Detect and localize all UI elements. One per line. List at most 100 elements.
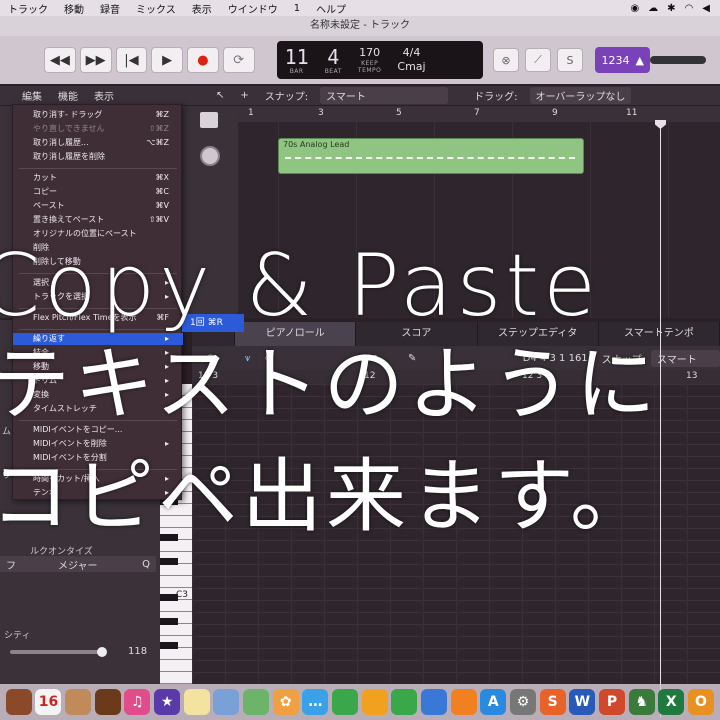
chess-icon[interactable]: ♞ bbox=[628, 689, 655, 715]
outlook-icon[interactable]: O bbox=[687, 689, 714, 715]
tempo-caption: TEMPO bbox=[357, 67, 382, 74]
menu-item[interactable]: ペースト ⌘V bbox=[13, 200, 183, 212]
menu-item[interactable]: コピー ⌘C bbox=[13, 186, 183, 198]
rewind-button[interactable]: ◀◀ bbox=[44, 47, 76, 73]
word-icon[interactable]: W bbox=[569, 689, 596, 715]
numbers-icon[interactable] bbox=[391, 689, 418, 715]
ibooks-icon[interactable] bbox=[450, 689, 477, 715]
creative-cloud-icon[interactable]: ☁ bbox=[648, 3, 658, 14]
track-volume-knob[interactable] bbox=[200, 146, 220, 166]
messages-icon[interactable]: … bbox=[302, 689, 329, 715]
lcd-display[interactable]: 11 BAR 4 BEAT 170 KEEP TEMPO 4/4 Cmaj bbox=[276, 41, 483, 79]
beat-caption: BEAT bbox=[324, 67, 342, 75]
menu-1[interactable]: 1 bbox=[286, 3, 308, 14]
black-key[interactable] bbox=[160, 642, 178, 649]
volume-icon[interactable]: ◀ bbox=[702, 3, 710, 14]
menu-item[interactable]: 置き換えてペースト ⇧⌘V bbox=[13, 214, 183, 226]
scale-quantize-button[interactable]: Q bbox=[136, 559, 156, 570]
snap-select[interactable]: スマート bbox=[320, 87, 449, 104]
velocity-slider[interactable] bbox=[10, 647, 107, 657]
menu-record[interactable]: 録音 bbox=[92, 1, 128, 16]
maps-icon[interactable] bbox=[243, 689, 270, 715]
sublime-icon[interactable]: S bbox=[539, 689, 566, 715]
cycle-icon: ⟳ bbox=[233, 52, 245, 68]
velocity-slider-thumb[interactable] bbox=[97, 647, 107, 657]
menu-item[interactable]: MIDIイベントを削除 ▸ bbox=[13, 438, 183, 450]
master-volume-slider[interactable] bbox=[650, 56, 707, 64]
drag-select[interactable]: オーバーラップなし bbox=[529, 87, 632, 104]
snap-label: スナップ: bbox=[264, 92, 309, 103]
pages-icon[interactable] bbox=[361, 689, 388, 715]
menu-separator bbox=[19, 168, 177, 169]
pencil-tool-icon[interactable]: + bbox=[232, 90, 256, 101]
appstore-icon[interactable]: A bbox=[480, 689, 507, 715]
menu-item[interactable]: 取り消し履歴を削除 bbox=[13, 151, 183, 163]
go-to-start-button[interactable]: |◀ bbox=[115, 47, 148, 73]
record-button[interactable]: ● bbox=[187, 47, 219, 73]
wifi-icon[interactable]: ◠ bbox=[685, 3, 694, 14]
record-status-icon[interactable]: ◉ bbox=[630, 3, 639, 14]
ruler-mark: 1 bbox=[248, 108, 254, 118]
track-header-icon[interactable] bbox=[200, 112, 218, 128]
key-signature[interactable]: Cmaj bbox=[397, 60, 425, 74]
notebook-icon[interactable] bbox=[5, 689, 32, 715]
calendar-icon[interactable]: 16 bbox=[35, 689, 62, 715]
menu-item[interactable]: やり直しできません ⇧⌘Z bbox=[13, 123, 183, 135]
excel-icon[interactable]: X bbox=[658, 689, 685, 715]
solo-button[interactable]: S bbox=[556, 48, 583, 72]
itunes-icon[interactable]: ♫ bbox=[124, 689, 151, 715]
menu-window[interactable]: ウインドウ bbox=[220, 1, 286, 16]
menu-help[interactable]: ヘルプ bbox=[308, 1, 354, 16]
region-notes bbox=[285, 157, 575, 161]
menu-item-shortcut: ⌘V bbox=[155, 201, 169, 210]
keynote-icon[interactable] bbox=[421, 689, 448, 715]
black-key[interactable] bbox=[160, 558, 178, 565]
photos-icon[interactable]: ✿ bbox=[272, 689, 299, 715]
menu-item[interactable]: 取り消し履歴... ⌥⌘Z bbox=[13, 137, 183, 149]
ruler-mark: 3 bbox=[318, 108, 324, 118]
tracks-ruler[interactable]: 1 3 5 7 9 11 bbox=[238, 106, 720, 122]
imovie-icon[interactable]: ★ bbox=[154, 689, 181, 715]
menu-item-shortcut: ⌘C bbox=[155, 187, 169, 196]
menu-view[interactable]: 表示 bbox=[184, 1, 220, 16]
contacts-icon[interactable] bbox=[65, 689, 92, 715]
menu-item[interactable]: カット ⌘X bbox=[13, 172, 183, 184]
view-menu[interactable]: 表示 bbox=[86, 88, 122, 103]
system-preferences-icon[interactable]: ⚙ bbox=[509, 689, 536, 715]
function-menu[interactable]: 機能 bbox=[50, 88, 86, 103]
facetime-icon[interactable] bbox=[332, 689, 359, 715]
cycle-button[interactable]: ⟳ bbox=[222, 47, 255, 73]
guitar-icon[interactable] bbox=[94, 689, 121, 715]
solo-icon: S bbox=[566, 53, 574, 67]
tuner-button[interactable]: ⟋ bbox=[524, 48, 551, 72]
scale-type-select[interactable]: メジャー bbox=[52, 557, 104, 572]
pointer-tool-icon[interactable]: ↖ bbox=[208, 90, 232, 101]
menu-item-shortcut: ⇧⌘Z bbox=[148, 124, 169, 133]
time-signature[interactable]: 4/4 bbox=[403, 46, 421, 60]
tracks-toolbar: 編集 機能 表示 ↖ + スナップ: スマート ドラッグ: オーバーラップなし bbox=[0, 86, 720, 106]
menu-mix[interactable]: ミックス bbox=[128, 1, 184, 16]
edit-menu[interactable]: 編集 bbox=[14, 88, 50, 103]
count-in-button[interactable]: 1234 ▲ bbox=[594, 47, 651, 73]
midi-region[interactable]: 70s Analog Lead bbox=[278, 138, 584, 174]
fast-forward-button[interactable]: ▶▶ bbox=[79, 47, 112, 73]
menu-item-label: 取り消し履歴... bbox=[33, 138, 89, 147]
black-key[interactable] bbox=[160, 618, 178, 625]
bar-caption: BAR bbox=[289, 67, 304, 75]
menu-track[interactable]: トラック bbox=[0, 1, 56, 16]
tempo-value[interactable]: 170 bbox=[359, 46, 380, 60]
play-button[interactable]: ▶ bbox=[151, 47, 184, 73]
bluetooth-icon[interactable]: ✱ bbox=[667, 3, 675, 14]
menu-item-label: カット bbox=[33, 173, 57, 182]
replace-button[interactable]: ⊗ bbox=[492, 48, 519, 72]
bar-value: 11 bbox=[284, 44, 309, 69]
c3-label: C3 bbox=[176, 590, 189, 600]
menu-move[interactable]: 移動 bbox=[56, 1, 92, 16]
powerpoint-icon[interactable]: P bbox=[598, 689, 625, 715]
preview-icon[interactable] bbox=[213, 689, 240, 715]
scale-root-select[interactable]: フ bbox=[0, 557, 22, 572]
menu-item-label: コピー bbox=[33, 187, 57, 196]
notes-icon[interactable] bbox=[183, 689, 210, 715]
beat-value: 4 bbox=[327, 44, 340, 69]
menu-item[interactable]: 取り消す- ドラッグ ⌘Z bbox=[13, 109, 183, 121]
